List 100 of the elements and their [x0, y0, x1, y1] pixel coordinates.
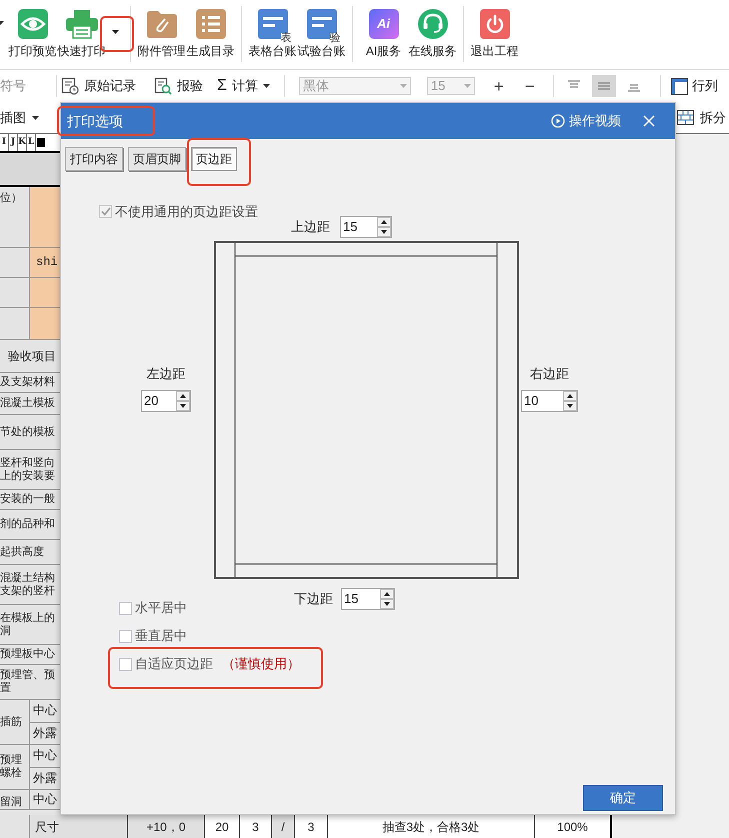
table-cell: 位） [0, 187, 30, 247]
table-cell-text: 混凝土模板 [0, 396, 56, 411]
table-cell [30, 308, 60, 339]
toolbar-button[interactable]: 生成目录 [186, 0, 235, 58]
toolbar-button[interactable]: 打印预览 [8, 0, 57, 58]
field-label: 左边距 [146, 365, 186, 383]
table-cell-text: 及支架材料 [0, 374, 56, 390]
toolbar-button[interactable]: 在线服务 [408, 0, 457, 58]
checkbox[interactable] [119, 658, 132, 670]
grid-split-icon [677, 110, 694, 125]
square-icon [37, 138, 45, 147]
table-cell-text: 混凝土结构支架的竖杆 [0, 570, 56, 598]
checkbox[interactable] [119, 602, 132, 614]
checkbox[interactable] [119, 630, 132, 642]
table-header-icon [670, 78, 688, 94]
printer-icon [64, 9, 98, 39]
spinner-arrows-icon[interactable] [176, 390, 190, 410]
table-cell [30, 187, 60, 247]
column-header[interactable]: L [27, 134, 36, 151]
caret-icon [464, 84, 471, 88]
number-field[interactable]: 15 [341, 588, 395, 610]
table-cell-text: 安装的一般 [0, 492, 56, 507]
toolbar-button[interactable]: − [522, 78, 538, 94]
table-cell-text: 中心 [32, 791, 58, 808]
table-cell: 抽查3处，合格3处 [328, 815, 535, 838]
table-cell: +10，0 [128, 815, 205, 838]
number-field[interactable]: 15 [340, 216, 392, 238]
field-label: 上边距 [291, 218, 330, 236]
icon-label: 验 [330, 33, 340, 44]
icon-label: 表 [280, 33, 292, 44]
toolbar-button[interactable]: 退出工程 [470, 0, 519, 58]
dialog-title: 打印选项 [67, 112, 123, 130]
field-label: 下边距 [294, 590, 333, 608]
video-link[interactable]: 操作视频 [551, 111, 621, 131]
folder-clip-icon [146, 9, 178, 39]
eye-icon [18, 9, 48, 39]
table-cell-text: 验收项目 [7, 348, 57, 364]
table-cell: 留洞 [0, 790, 30, 809]
toolbar-button[interactable]: 报验 [154, 76, 203, 96]
table-cell-text: 在模板上的洞 [0, 610, 56, 638]
toolbar-button[interactable]: 验 试验台账 [297, 0, 346, 58]
column-header[interactable]: I [0, 134, 9, 151]
close-icon[interactable] [643, 115, 655, 127]
column-header[interactable]: K [18, 134, 27, 151]
table-cell: 20 [205, 815, 240, 838]
spinner-arrows-icon[interactable] [377, 217, 391, 237]
toolbar-button[interactable]: Σ 计算 [217, 76, 270, 96]
table-cell-text: 节处的模板 [0, 424, 56, 440]
headset-icon [418, 9, 448, 39]
checkbox-label: 垂直居中 [135, 627, 187, 646]
highlight-frame [187, 138, 251, 186]
table-cell: 100% [535, 815, 612, 838]
toolbar-button[interactable]: 表 表格台账 [248, 0, 297, 58]
align-middle-icon [596, 80, 611, 92]
tab[interactable]: 页边距 [191, 147, 237, 171]
play-icon [551, 114, 565, 128]
table-cell-text: 外露 [32, 770, 58, 787]
align-middle-button[interactable] [592, 75, 616, 97]
caret-icon [112, 30, 118, 34]
checkbox-label: 水平居中 [135, 599, 187, 618]
table-cell-text: 预埋管、预置 [0, 668, 56, 696]
table-cell-text: 外露 [32, 724, 58, 742]
toolbar-button[interactable]: 附件管理 [137, 0, 186, 58]
table-cell: 3 [240, 815, 272, 838]
toolbar-label: 符号 [0, 77, 27, 96]
toolbar-button[interactable]: 原始记录 [61, 76, 136, 96]
number-field[interactable]: 10 [521, 390, 578, 412]
toolbar-button[interactable]: Ai AI服务 [359, 0, 408, 58]
caret-icon [32, 116, 39, 120]
list-icon [196, 9, 226, 39]
table-cell: 插筋 [0, 700, 30, 744]
warning-note: （谨慎使用） [222, 655, 300, 674]
caret-icon [400, 84, 407, 88]
document-search-icon [154, 77, 172, 95]
table-cell: 3 [295, 815, 328, 838]
table-cell-text: 起拱高度 [0, 544, 45, 560]
ok-button[interactable]: 确定 [583, 785, 663, 811]
toolbar-button[interactable]: 行列 [670, 76, 718, 96]
number-field[interactable]: 20 [141, 390, 191, 412]
checkbox-label: 不使用通用的页边距设置 [115, 202, 258, 221]
table-cell-text: 竖杆和竖向上的安装要 [0, 456, 56, 484]
spinner-arrows-icon[interactable] [563, 390, 577, 410]
table-cell [30, 278, 60, 307]
toolbar-button[interactable]: 插图 [0, 108, 39, 128]
table-cell-text: 剂的品种和 [0, 516, 56, 532]
column-header[interactable]: J [9, 134, 18, 151]
table-cell: shi [30, 248, 60, 277]
toolbar-button[interactable]: + [490, 78, 507, 94]
caret-icon [262, 84, 270, 88]
checkbox-label: 自适应页边距 [135, 655, 213, 674]
table-cell-text: 预埋板中心 [0, 646, 56, 662]
spinner-arrows-icon[interactable] [380, 589, 394, 609]
power-icon [480, 9, 510, 39]
tab[interactable]: 打印内容 [65, 147, 123, 171]
field-label: 右边距 [530, 365, 569, 383]
toolbar-button[interactable]: 拆分 [677, 108, 726, 128]
table-cell: / [272, 815, 295, 838]
tab[interactable]: 页眉页脚 [128, 147, 186, 171]
table-cell: 预埋螺栓 [0, 745, 30, 789]
record-clock-icon [61, 77, 79, 95]
